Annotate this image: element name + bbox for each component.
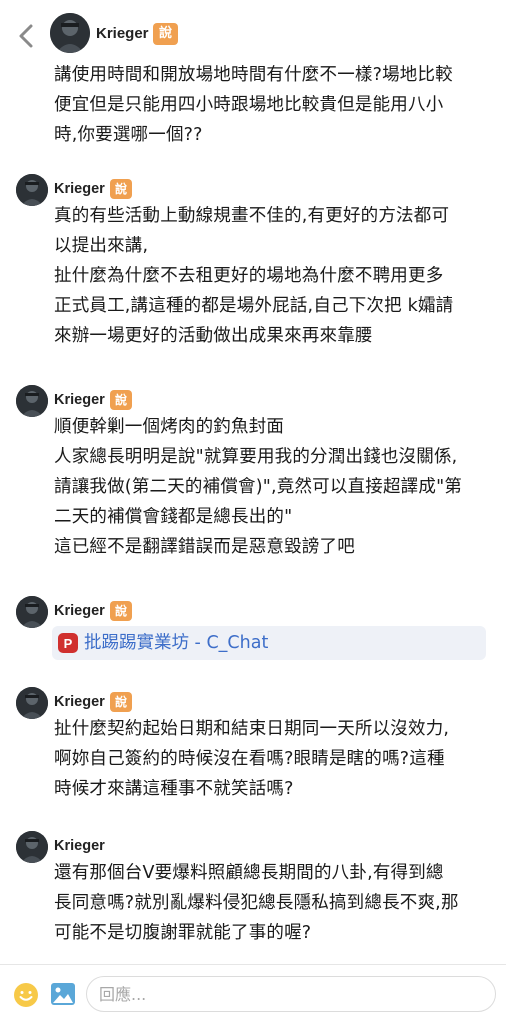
comment-line: 可能不是切腹謝罪就能了事的喔? <box>54 923 312 943</box>
comment-line: 講使用時間和開放場地時間有什麼不一樣?場地比較 <box>54 65 453 85</box>
say-badge: 說 <box>110 601 133 621</box>
comment-line: 還有那個台V要爆料照顧總長期間的八卦,有得到總 <box>54 863 444 883</box>
reply-bar <box>0 964 506 1025</box>
avatar[interactable] <box>16 174 48 206</box>
header-say-badge: 說 <box>153 23 179 45</box>
emoji-button[interactable] <box>13 982 39 1008</box>
comment-feed[interactable]: 講使用時間和開放場地時間有什麼不一樣?場地比較 便宜但是只能用四小時跟場地比較貴… <box>0 0 506 964</box>
comment-line: 時,你要選哪一個?? <box>54 125 203 145</box>
say-badge: 說 <box>110 390 133 410</box>
username[interactable]: Krieger <box>54 603 105 619</box>
comment-line: 便宜但是只能用四小時跟場地比較貴但是能用八小 <box>54 95 444 115</box>
username[interactable]: Krieger <box>54 181 105 197</box>
comment-text: 還有那個台V要爆料照顧總長期間的八卦,有得到總 長同意嗎?就別亂爆料侵犯總長隱私… <box>54 858 494 948</box>
comment-line: 順便幹剿一個烤肉的釣魚封面 <box>54 417 285 437</box>
comment-line: 啊妳自己簽約的時候沒在看嗎?眼睛是瞎的嗎?這種 <box>54 749 445 769</box>
comment-line: 請讓我做(第二天的補償會)",竟然可以直接超譯成"第 <box>54 477 463 497</box>
ptt-icon: P <box>58 633 78 653</box>
comment-text: 真的有些活動上動線規畫不佳的,有更好的方法都可 以提出來講, 扯什麼為什麼不去租… <box>54 201 494 351</box>
avatar[interactable] <box>16 687 48 719</box>
say-badge: 說 <box>110 692 133 712</box>
comment-line: 二天的補償會錢都是總長出的" <box>54 507 293 527</box>
say-badge: 說 <box>110 179 133 199</box>
comment-line: 時候才來講這種事不就笑話嗎? <box>54 779 294 799</box>
comment-line: 人家總長明明是說"就算要用我的分潤出錢也沒關係, <box>54 447 458 467</box>
comment-line: 正式員工,講這種的都是場外屁話,自己下次把 k孀請 <box>54 296 454 316</box>
comment-line: 以提出來講, <box>54 236 149 256</box>
comment-text: 扯什麼契約起始日期和結束日期同一天所以沒效力, 啊妳自己簽約的時候沒在看嗎?眼睛… <box>54 714 494 804</box>
image-button[interactable] <box>50 982 76 1006</box>
image-icon <box>51 983 75 1005</box>
username[interactable]: Krieger <box>54 838 105 854</box>
comment-text: 講使用時間和開放場地時間有什麼不一樣?場地比較 便宜但是只能用四小時跟場地比較貴… <box>54 60 494 150</box>
emoji-icon <box>14 983 38 1007</box>
link-title[interactable]: 批踢踢實業坊 - C_Chat <box>84 630 268 656</box>
comment-line: 來辦一場更好的活動做出成果來再來靠腰 <box>54 326 373 346</box>
comment-line: 長同意嗎?就別亂爆料侵犯總長隱私搞到總長不爽,那 <box>54 893 459 913</box>
link-preview[interactable]: P 批踢踢實業坊 - C_Chat <box>52 626 486 660</box>
chat-header: Krieger 說 <box>0 0 506 58</box>
comment-line: 真的有些活動上動線規畫不佳的,有更好的方法都可 <box>54 206 450 226</box>
back-button[interactable] <box>8 18 44 54</box>
header-username[interactable]: Krieger <box>96 25 149 42</box>
comment-line: 扯什麼為什麼不去租更好的場地為什麼不聘用更多 <box>54 266 444 286</box>
comment-line: 扯什麼契約起始日期和結束日期同一天所以沒效力, <box>54 719 450 739</box>
username[interactable]: Krieger <box>54 694 105 710</box>
avatar[interactable] <box>16 596 48 628</box>
avatar[interactable] <box>16 831 48 863</box>
chevron-left-icon <box>19 24 33 48</box>
comment-line: 這已經不是翻譯錯誤而是惡意毀謗了吧 <box>54 537 355 557</box>
comment-text: 順便幹剿一個烤肉的釣魚封面 人家總長明明是說"就算要用我的分潤出錢也沒關係, 請… <box>54 412 494 562</box>
header-avatar[interactable] <box>50 13 90 53</box>
username[interactable]: Krieger <box>54 392 105 408</box>
avatar[interactable] <box>16 385 48 417</box>
reply-input[interactable] <box>86 976 496 1012</box>
